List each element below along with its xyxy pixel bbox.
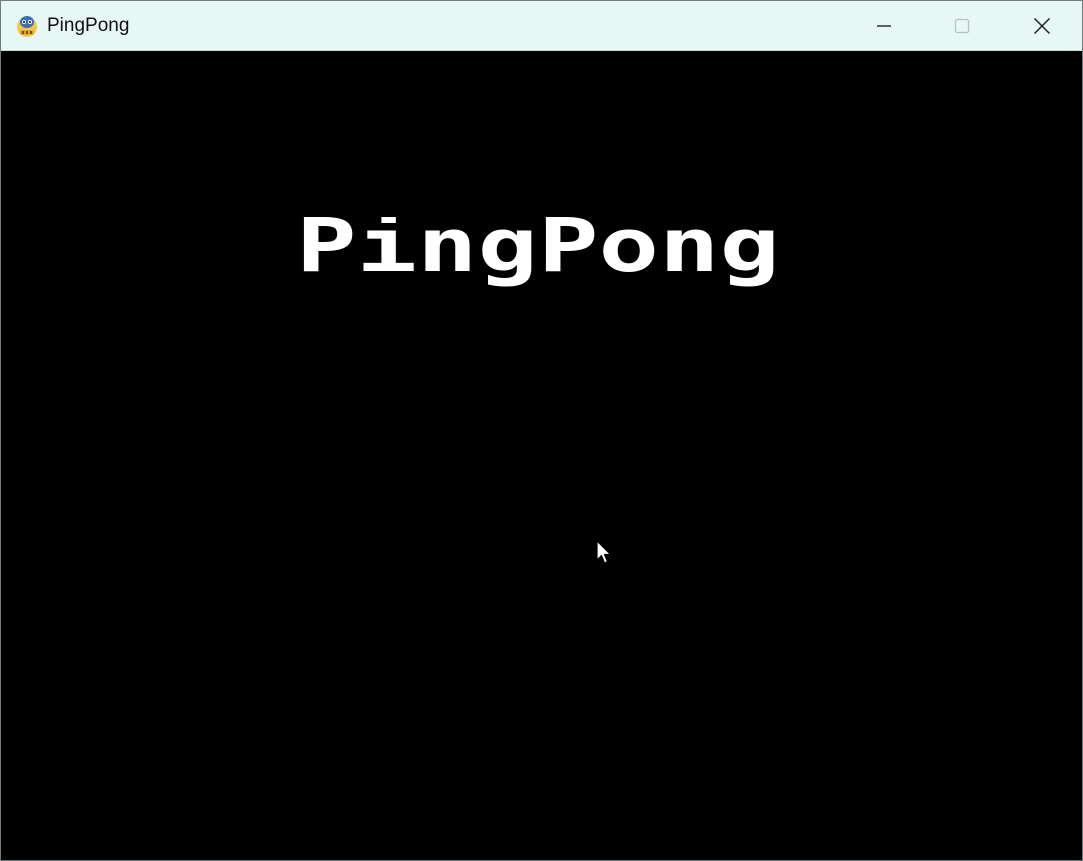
game-canvas[interactable]: PingPong (1, 51, 1082, 860)
minimize-icon (877, 25, 891, 27)
close-button[interactable] (1004, 1, 1080, 51)
minimize-button[interactable] (846, 1, 922, 51)
game-title-text: PingPong (296, 217, 780, 287)
app-window: PingPong PingPong (0, 0, 1083, 861)
title-bar[interactable]: PingPong (1, 1, 1082, 51)
game-title: PingPong (296, 217, 780, 287)
mouse-pointer-icon (596, 540, 612, 564)
maximize-button[interactable] (924, 1, 1000, 51)
window-title: PingPong (47, 15, 130, 36)
close-icon (1033, 17, 1051, 35)
maximize-icon (954, 18, 970, 34)
app-icon (14, 13, 40, 39)
